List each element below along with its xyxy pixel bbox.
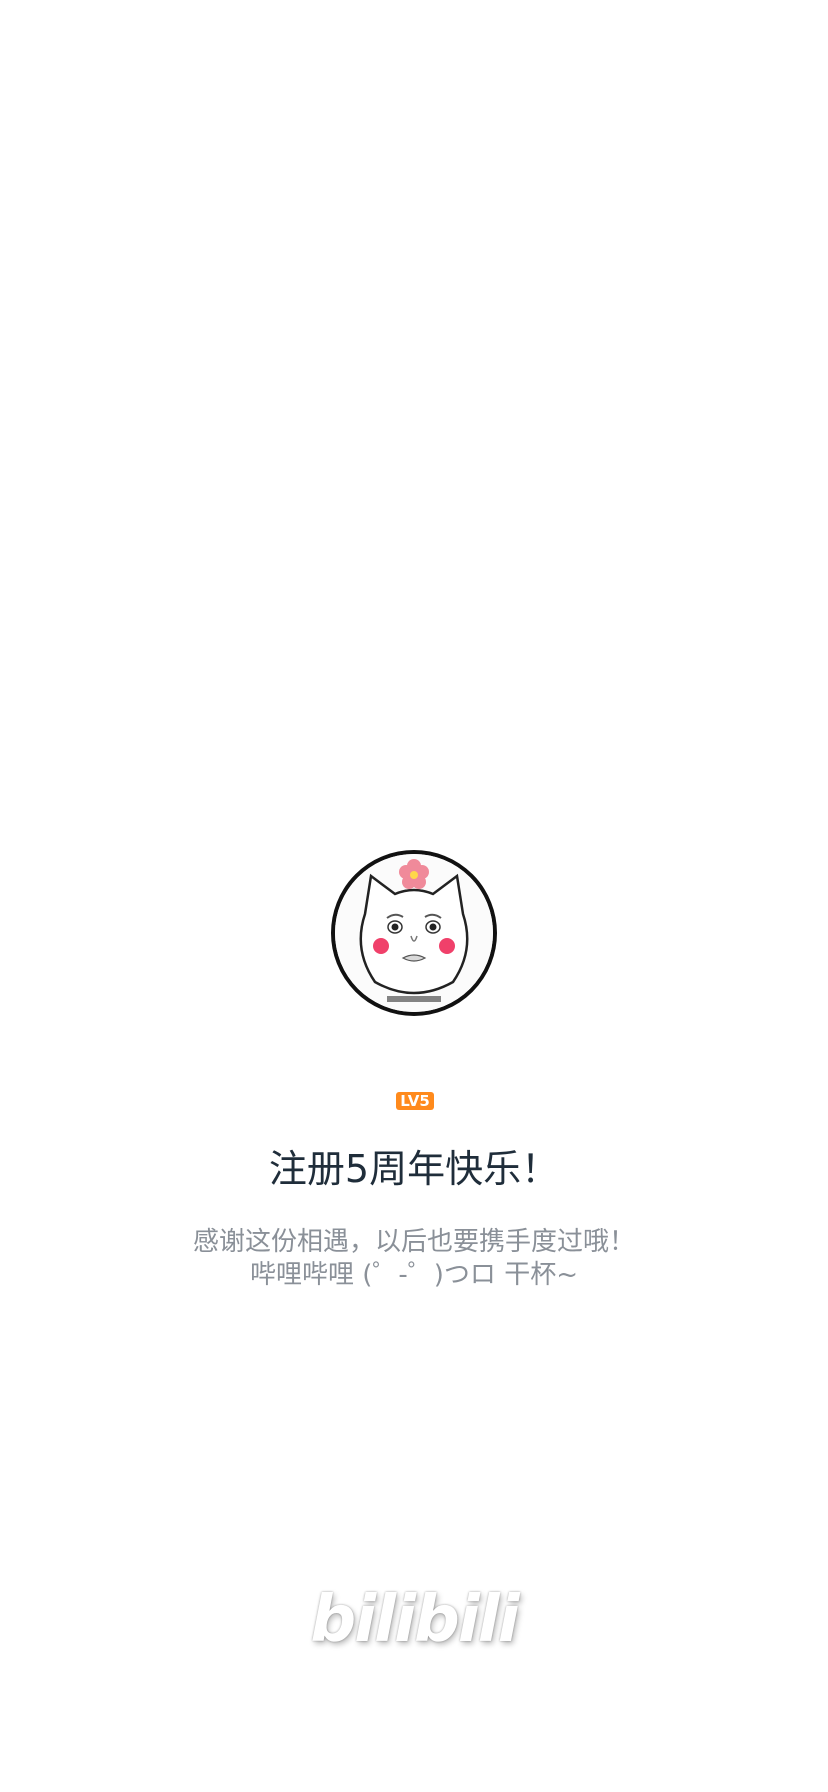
page-title: 注册5周年快乐！ xyxy=(268,1147,560,1191)
anniversary-screen: LV5 注册5周年快乐！ 感谢这份相遇，以后也要携手度过哦！ 哔哩哔哩 (゜-゜… xyxy=(0,0,828,1792)
subtitle-line-2: 哔哩哔哩 (゜-゜)つロ 干杯~ xyxy=(250,1260,578,1290)
subtitle: 感谢这份相遇，以后也要携手度过哦！ 哔哩哔哩 (゜-゜)つロ 干杯~ xyxy=(0,1226,828,1292)
bilibili-logo: bilibili xyxy=(310,1583,519,1657)
subtitle-line-1: 感谢这份相遇，以后也要携手度过哦！ xyxy=(192,1227,635,1257)
level-badge: LV5 xyxy=(396,1092,434,1110)
avatar xyxy=(331,850,497,1016)
cat-face-sticker-icon xyxy=(335,854,493,1012)
